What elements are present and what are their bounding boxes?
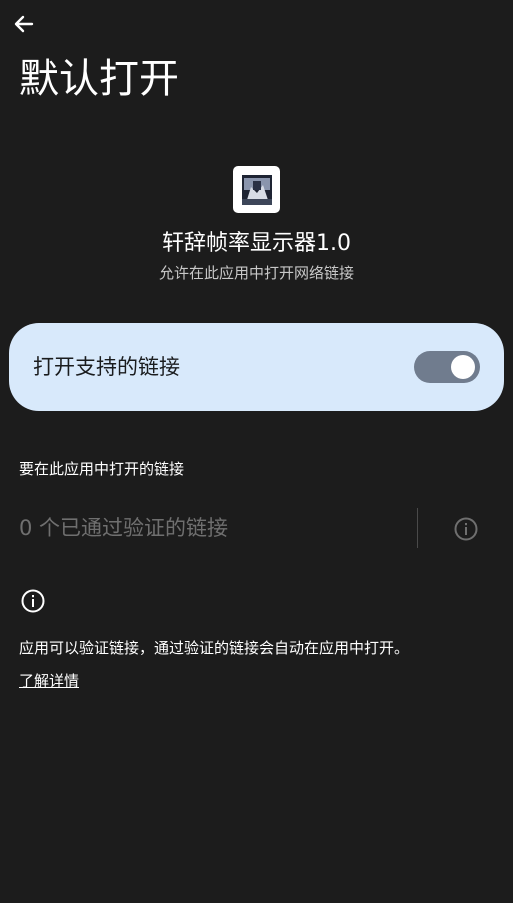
page-title: 默认打开	[19, 56, 179, 102]
default-open-screen: 默认打开 轩辞帧率显示器1.0 允许在此应用中打开网络链接 打开支持的链接 要在…	[0, 0, 513, 903]
app-subtitle: 允许在此应用中打开网络链接	[158, 264, 354, 282]
back-button[interactable]	[8, 8, 40, 40]
open-supported-links-label: 打开支持的链接	[33, 355, 180, 379]
open-supported-links-switch[interactable]	[414, 351, 480, 383]
app-icon	[233, 166, 280, 213]
footer-info-icon-container	[19, 587, 47, 615]
info-icon	[454, 517, 478, 541]
switch-thumb	[451, 355, 475, 379]
verified-links-info-button[interactable]	[452, 515, 480, 543]
app-name: 轩辞帧率显示器1.0	[162, 231, 351, 256]
app-icon-graphic	[241, 174, 272, 205]
links-section-header: 要在此应用中打开的链接	[19, 460, 185, 478]
arrow-left-icon	[14, 15, 34, 33]
vertical-divider	[417, 508, 418, 548]
learn-more-link[interactable]: 了解详情	[19, 669, 79, 693]
verified-links-row[interactable]: 0 个已通过验证的链接	[0, 508, 513, 548]
footer-description: 应用可以验证链接，通过验证的链接会自动在应用中打开。	[19, 639, 410, 657]
open-supported-links-toggle-row[interactable]: 打开支持的链接	[9, 323, 504, 411]
info-icon	[21, 589, 45, 613]
verified-links-count: 0 个已通过验证的链接	[19, 516, 229, 540]
